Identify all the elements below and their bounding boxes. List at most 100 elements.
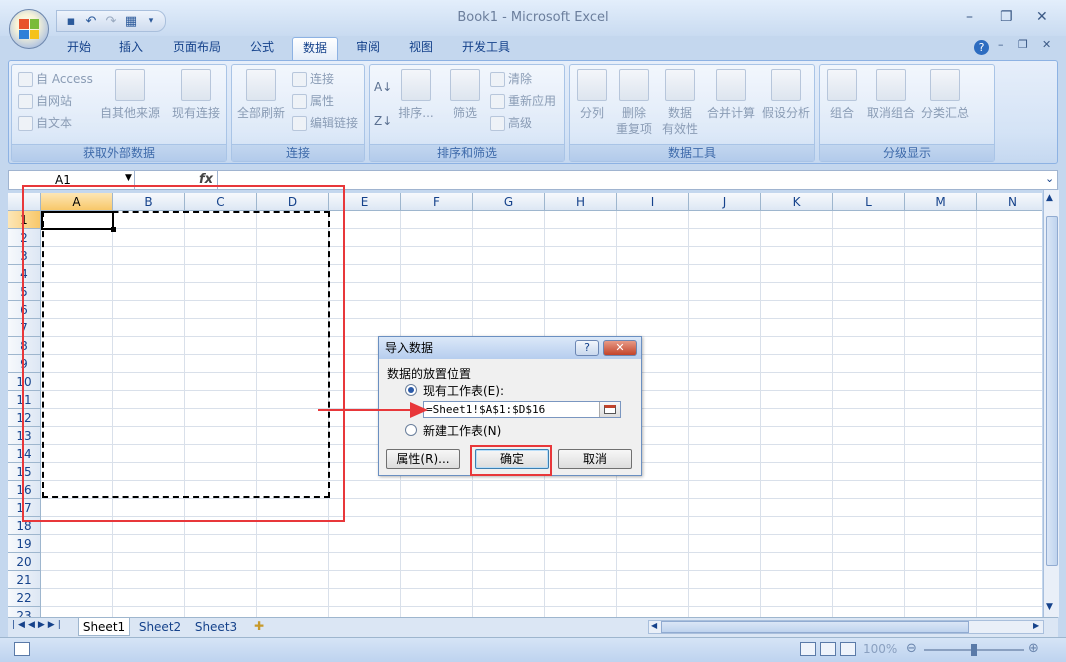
insert-sheet-icon[interactable]: ✚ — [254, 619, 264, 633]
zoom-in-icon[interactable]: ⊕ — [1028, 641, 1039, 656]
subtotal-button[interactable]: 分类汇总 — [918, 69, 972, 121]
grid-line — [976, 211, 977, 617]
properties-button[interactable]: 属性 — [292, 91, 334, 111]
row-header[interactable]: 23 — [8, 607, 41, 617]
sort-asc-button[interactable]: A↓ — [374, 77, 392, 97]
tab-home[interactable]: 开始 — [56, 37, 102, 60]
expand-formula-icon[interactable]: ⌄ — [1045, 172, 1054, 185]
ungroup-button[interactable]: 取消组合 — [864, 69, 918, 121]
connections-button[interactable]: 连接 — [292, 69, 334, 89]
from-web-button[interactable]: 自网站 — [18, 91, 72, 111]
minimize-button[interactable]: – — [966, 9, 973, 25]
zoom-level[interactable]: 100% — [863, 642, 897, 656]
properties-dialog-button[interactable]: 属性(R)... — [386, 449, 460, 469]
restore-button[interactable]: ❐ — [1000, 9, 1013, 25]
properties-icon — [292, 93, 307, 109]
zoom-slider-thumb[interactable] — [971, 644, 977, 656]
scroll-left-icon[interactable]: ◀ — [651, 621, 657, 630]
scroll-down-icon[interactable]: ▼ — [1046, 602, 1053, 612]
column-header[interactable]: F — [401, 193, 473, 211]
sheet-tab-bar: |◀◀▶▶| Sheet1 Sheet2 Sheet3 ✚ ◀ ▶ — [8, 617, 1058, 637]
tab-review[interactable]: 审阅 — [346, 37, 390, 60]
tab-insert[interactable]: 插入 — [108, 37, 154, 60]
row-header[interactable]: 20 — [8, 553, 41, 571]
tab-developer[interactable]: 开发工具 — [452, 37, 520, 60]
dialog-help-button[interactable]: ? — [575, 340, 599, 356]
column-header[interactable]: M — [905, 193, 977, 211]
macro-record-icon[interactable] — [14, 642, 30, 656]
remove-duplicates-button[interactable]: 删除 重复项 — [612, 69, 656, 137]
refresh-all-button[interactable]: 全部刷新 — [234, 69, 288, 121]
grid-line — [41, 534, 1042, 535]
tab-view[interactable]: 视图 — [398, 37, 444, 60]
ribbon-close-button[interactable]: ✕ — [1042, 38, 1051, 51]
group-external-data: 自 Access 自网站 自文本 自其他来源 现有连接 获取外部数据 — [11, 64, 227, 162]
column-header[interactable]: N — [977, 193, 1042, 211]
text-to-columns-button[interactable]: 分列 — [572, 69, 612, 121]
cancel-button[interactable]: 取消 — [558, 449, 632, 469]
row-header[interactable]: 21 — [8, 571, 41, 589]
group-label: 排序和筛选 — [370, 144, 564, 161]
consolidate-button[interactable]: 合并计算 — [704, 69, 758, 121]
tab-page-layout[interactable]: 页面布局 — [162, 37, 232, 60]
name-box-dropdown-icon[interactable]: ▼ — [125, 173, 132, 183]
sheet-tab-2[interactable]: Sheet2 — [134, 618, 186, 636]
existing-sheet-label[interactable]: 现有工作表(E): — [423, 382, 504, 399]
other-sources-button[interactable]: 自其他来源 — [98, 69, 162, 121]
column-header[interactable]: K — [761, 193, 833, 211]
row-header[interactable]: 22 — [8, 589, 41, 607]
close-button[interactable]: ✕ — [1036, 9, 1048, 25]
sort-button[interactable]: 排序... — [396, 69, 436, 121]
range-reference-input[interactable]: =Sheet1!$A$1:$D$16 — [423, 401, 621, 418]
validation-icon — [665, 69, 695, 101]
data-validation-button[interactable]: 数据 有效性 — [656, 69, 704, 137]
tab-formulas[interactable]: 公式 — [240, 37, 284, 60]
window-title: Book1 - Microsoft Excel — [457, 10, 609, 25]
from-access-button[interactable]: 自 Access — [18, 69, 93, 89]
filter-button[interactable]: 筛选 — [444, 69, 486, 121]
sort-desc-button[interactable]: Z↓ — [374, 111, 392, 131]
ribbon-restore-button[interactable]: ❐ — [1018, 38, 1028, 51]
page-break-view-icon[interactable] — [840, 642, 856, 656]
column-header[interactable]: G — [473, 193, 545, 211]
scroll-right-icon[interactable]: ▶ — [1033, 621, 1039, 630]
advanced-button[interactable]: 高级 — [490, 113, 532, 133]
what-if-button[interactable]: 假设分析 — [758, 69, 814, 121]
zoom-out-icon[interactable]: ⊖ — [906, 641, 917, 656]
group-button[interactable]: 组合 — [822, 69, 862, 121]
row-header[interactable]: 19 — [8, 535, 41, 553]
page-layout-view-icon[interactable] — [820, 642, 836, 656]
tab-data[interactable]: 数据 — [292, 37, 338, 60]
refresh-icon — [246, 69, 276, 101]
office-button[interactable] — [9, 9, 49, 49]
annotation-arrow — [318, 402, 428, 418]
new-sheet-label[interactable]: 新建工作表(N) — [423, 422, 501, 439]
column-header[interactable]: J — [689, 193, 761, 211]
dialog-close-button[interactable]: ✕ — [603, 340, 637, 356]
reapply-button[interactable]: 重新应用 — [490, 91, 556, 111]
collapse-dialog-button[interactable] — [599, 402, 620, 417]
existing-connections-button[interactable]: 现有连接 — [168, 69, 224, 121]
ribbon-minimize-button[interactable]: – — [998, 38, 1004, 51]
edit-links-button[interactable]: 编辑链接 — [292, 113, 358, 133]
existing-sheet-radio[interactable] — [405, 384, 417, 396]
column-header[interactable]: L — [833, 193, 905, 211]
horizontal-scrollbar[interactable]: ◀ ▶ — [648, 620, 1044, 634]
vertical-scrollbar[interactable]: ▲ ▼ — [1043, 190, 1059, 617]
sheet-tab-1[interactable]: Sheet1 — [78, 618, 130, 636]
connections-icon — [292, 71, 307, 87]
group-icon — [827, 69, 857, 101]
scroll-up-icon[interactable]: ▲ — [1046, 193, 1053, 203]
group-label: 数据工具 — [570, 144, 814, 161]
column-header[interactable]: I — [617, 193, 689, 211]
column-header[interactable]: H — [545, 193, 617, 211]
clear-button[interactable]: 清除 — [490, 69, 532, 89]
sheet-tab-3[interactable]: Sheet3 — [190, 618, 242, 636]
from-text-button[interactable]: 自文本 — [18, 113, 72, 133]
help-icon[interactable]: ? — [974, 40, 989, 55]
vertical-scroll-thumb[interactable] — [1046, 216, 1058, 566]
normal-view-icon[interactable] — [800, 642, 816, 656]
sheet-nav-icons[interactable]: |◀◀▶▶| — [12, 620, 64, 630]
horizontal-scroll-thumb[interactable] — [661, 621, 969, 633]
new-sheet-radio[interactable] — [405, 424, 417, 436]
